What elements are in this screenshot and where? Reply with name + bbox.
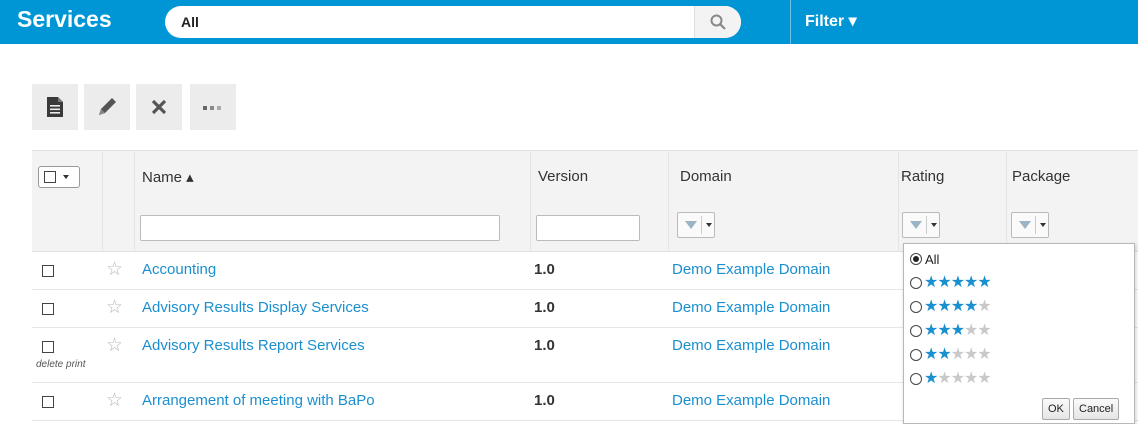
- radio-button[interactable]: [910, 301, 922, 313]
- package-filter-dropdown[interactable]: [1011, 212, 1049, 238]
- service-name-link[interactable]: Advisory Results Report Services: [142, 337, 365, 354]
- filter-menu-button[interactable]: Filter ▾: [805, 11, 857, 31]
- ok-button[interactable]: OK: [1042, 398, 1070, 420]
- domain-link[interactable]: Demo Example Domain: [672, 337, 830, 354]
- radio-button[interactable]: [910, 373, 922, 385]
- row-checkbox[interactable]: [42, 265, 54, 277]
- rating-option-4-stars[interactable]: ★★★★★: [910, 296, 992, 318]
- favorite-star-icon[interactable]: ☆: [106, 389, 123, 412]
- delete-icon: [151, 99, 167, 115]
- rating-option-5-stars[interactable]: ★★★★★: [910, 272, 992, 294]
- column-divider: [668, 150, 669, 251]
- table-header-row: Name ▴ Version Domain Rating Package: [32, 150, 1138, 202]
- column-divider: [102, 150, 103, 251]
- filter-icon: [685, 221, 697, 229]
- chevron-down-icon: [931, 223, 937, 227]
- version-cell: 1.0: [534, 337, 555, 354]
- row-checkbox[interactable]: [42, 341, 54, 353]
- column-divider: [134, 150, 135, 251]
- row-checkbox[interactable]: [42, 396, 54, 408]
- service-name-link[interactable]: Advisory Results Display Services: [142, 299, 369, 316]
- radio-button[interactable]: [910, 277, 922, 289]
- version-cell: 1.0: [534, 392, 555, 409]
- favorite-star-icon[interactable]: ☆: [106, 296, 123, 319]
- column-header-domain[interactable]: Domain: [680, 168, 732, 185]
- row-actions-link[interactable]: delete print: [36, 359, 85, 370]
- domain-link[interactable]: Demo Example Domain: [672, 392, 830, 409]
- checkbox: [44, 171, 56, 183]
- domain-link[interactable]: Demo Example Domain: [672, 299, 830, 316]
- four-stars-icon: ★★★★★: [924, 298, 992, 315]
- column-header-package[interactable]: Package: [1012, 168, 1070, 185]
- column-divider: [530, 150, 531, 251]
- edit-icon: [99, 98, 116, 115]
- chevron-down-icon: [1040, 223, 1046, 227]
- column-header-rating[interactable]: Rating: [901, 168, 944, 185]
- radio-button[interactable]: [910, 349, 922, 361]
- rating-option-all[interactable]: All: [910, 248, 939, 270]
- new-document-icon: [47, 97, 63, 117]
- header-divider: [790, 0, 791, 44]
- favorite-star-icon[interactable]: ☆: [106, 258, 123, 281]
- domain-filter-dropdown[interactable]: [677, 212, 715, 238]
- search-button[interactable]: [694, 6, 741, 38]
- search-box: [165, 6, 741, 38]
- rating-filter-popup: All ★★★★★ ★★★★★ ★★★★★ ★★★★★ ★★★★★ OK Can…: [903, 243, 1135, 424]
- filter-icon: [1019, 221, 1031, 229]
- page-title: Services: [17, 6, 112, 32]
- name-filter-input[interactable]: [140, 215, 500, 241]
- rating-option-2-stars[interactable]: ★★★★★: [910, 344, 992, 366]
- radio-button[interactable]: [910, 325, 922, 337]
- chevron-down-icon: [706, 223, 712, 227]
- search-input[interactable]: [177, 6, 685, 38]
- version-filter-input[interactable]: [536, 215, 640, 241]
- delete-button[interactable]: [136, 84, 182, 130]
- edit-button[interactable]: [84, 84, 130, 130]
- version-cell: 1.0: [534, 299, 555, 316]
- service-name-link[interactable]: Arrangement of meeting with BaPo: [142, 392, 375, 409]
- column-header-name[interactable]: Name ▴: [142, 168, 194, 186]
- radio-button[interactable]: [910, 253, 922, 265]
- rating-filter-dropdown[interactable]: [902, 212, 940, 238]
- rating-option-3-stars[interactable]: ★★★★★: [910, 320, 992, 342]
- two-stars-icon: ★★★★★: [924, 346, 992, 363]
- rating-option-label: All: [925, 251, 940, 267]
- row-checkbox[interactable]: [42, 303, 54, 315]
- cancel-button[interactable]: Cancel: [1073, 398, 1120, 420]
- search-icon: [710, 14, 726, 30]
- new-document-button[interactable]: [32, 84, 78, 130]
- three-stars-icon: ★★★★★: [924, 322, 992, 339]
- five-stars-icon: ★★★★★: [924, 274, 992, 291]
- filter-icon: [910, 221, 922, 229]
- column-divider: [1006, 150, 1007, 251]
- column-header-version[interactable]: Version: [538, 168, 588, 185]
- version-cell: 1.0: [534, 261, 555, 278]
- more-icon: [203, 106, 221, 110]
- domain-link[interactable]: Demo Example Domain: [672, 261, 830, 278]
- top-header-bar: Services Filter ▾: [0, 0, 1138, 44]
- chevron-down-icon: [63, 175, 69, 179]
- select-all-checkbox[interactable]: [38, 166, 80, 188]
- column-divider: [898, 150, 899, 251]
- favorite-star-icon[interactable]: ☆: [106, 334, 123, 357]
- one-star-icon: ★★★★★: [924, 370, 992, 387]
- service-name-link[interactable]: Accounting: [142, 261, 216, 278]
- more-actions-button[interactable]: [190, 84, 236, 130]
- rating-option-1-star[interactable]: ★★★★★: [910, 368, 992, 390]
